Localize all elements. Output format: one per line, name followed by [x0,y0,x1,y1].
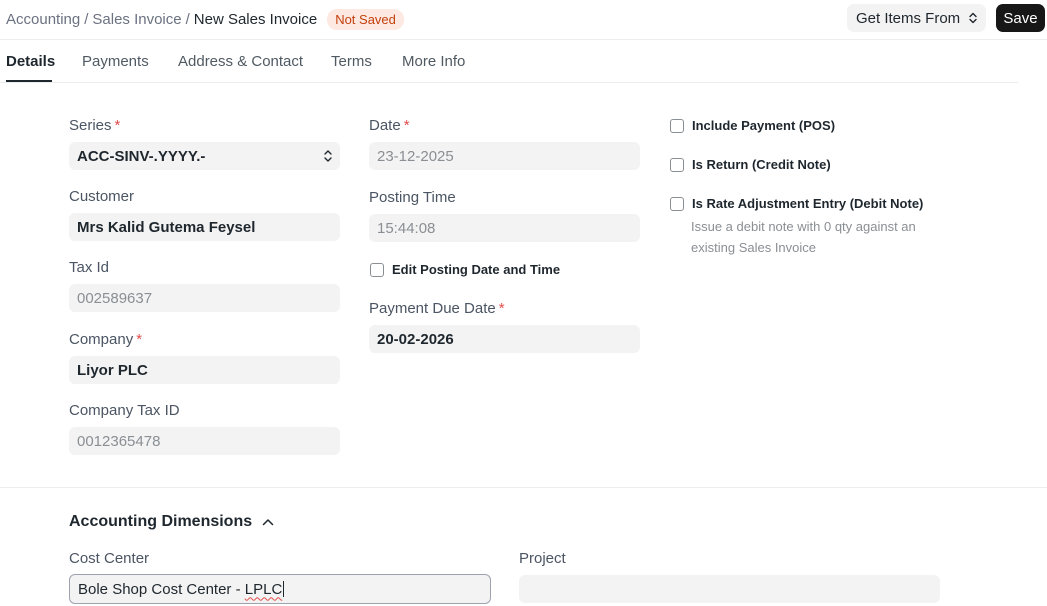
tab-payments[interactable]: Payments [82,53,149,70]
date-label-text: Date [369,117,401,134]
payment-due-date-label-text: Payment Due Date [369,300,496,317]
customer-label: Customer [69,188,135,205]
cost-center-value-flagged: LPLC [244,580,283,598]
customer-field[interactable]: Mrs Kalid Gutema Feysel [69,213,340,241]
edit-posting-label: Edit Posting Date and Time [392,262,561,277]
posting-time-label: Posting Time [369,189,456,206]
required-marker: * [498,300,505,317]
edit-posting-checkbox[interactable] [370,262,384,277]
breadcrumb-separator: / [185,11,190,28]
date-field: 23-12-2025 [369,142,640,170]
breadcrumb-sales-invoice[interactable]: Sales Invoice [92,11,181,28]
cost-center-input[interactable]: Bole Shop Cost Center - LPLC [69,574,491,604]
chevron-up-icon [262,513,274,531]
accounting-dimensions-title: Accounting Dimensions [69,513,253,530]
active-tab-indicator [6,80,52,82]
breadcrumb-accounting[interactable]: Accounting [6,11,80,28]
customer-value: Mrs Kalid Gutema Feysel [77,218,256,236]
updown-chevron-icon [324,149,332,167]
payment-due-date-value: 20-02-2026 [377,330,454,348]
page-header: Accounting / Sales Invoice / New Sales I… [0,0,1047,40]
breadcrumb-separator: / [84,11,89,28]
company-tax-id-label: Company Tax ID [69,402,180,419]
tab-address-contact[interactable]: Address & Contact [178,53,303,70]
tax-id-value: 002589637 [77,289,153,307]
date-value: 23-12-2025 [377,147,454,165]
company-label-text: Company [69,331,134,348]
required-marker: * [136,331,143,348]
save-button[interactable]: Save [996,4,1045,32]
include-payment-label: Include Payment (POS) [692,118,836,133]
rate-adjustment-checkbox-row[interactable]: Is Rate Adjustment Entry (Debit Note) [670,196,923,211]
company-value: Liyor PLC [77,361,148,379]
tab-terms[interactable]: Terms [331,53,372,70]
tax-id-label: Tax Id [69,259,110,276]
payment-due-date-label: Payment Due Date * [369,300,505,317]
updown-chevron-icon [969,12,977,24]
company-field[interactable]: Liyor PLC [69,356,340,384]
posting-time-value: 15:44:08 [377,219,436,237]
posting-time-field: 15:44:08 [369,214,640,242]
series-value: ACC-SINV-.YYYY.- [77,147,206,165]
include-payment-checkbox-row[interactable]: Include Payment (POS) [670,118,835,133]
company-tax-id-value: 0012365478 [77,432,161,450]
is-return-checkbox[interactable] [670,157,684,172]
required-marker: * [403,117,410,134]
cost-center-value: Bole Shop Cost Center - [78,580,245,598]
rate-adjustment-help-text: Issue a debit note with 0 qty against an… [691,219,916,255]
series-label: Series * [69,117,120,134]
rate-adjustment-label: Is Rate Adjustment Entry (Debit Note) [692,196,924,211]
required-marker: * [114,117,121,134]
rate-adjustment-checkbox[interactable] [670,196,684,211]
accounting-dimensions-toggle[interactable]: Accounting Dimensions [69,513,274,531]
project-input[interactable] [519,575,940,603]
date-label: Date * [369,117,410,134]
is-return-label: Is Return (Credit Note) [692,157,831,172]
series-label-text: Series [69,117,112,134]
text-cursor [283,581,285,597]
payment-due-date-field[interactable]: 20-02-2026 [369,325,640,353]
tab-more-info[interactable]: More Info [402,53,465,70]
get-items-from-button[interactable]: Get Items From [847,4,986,32]
form-tabs: Details Payments Address & Contact Terms… [0,41,1018,83]
breadcrumb: Accounting / Sales Invoice / New Sales I… [6,9,404,30]
cost-center-label: Cost Center [69,550,150,567]
tax-id-field: 002589637 [69,284,340,312]
company-label: Company * [69,331,142,348]
series-select[interactable]: ACC-SINV-.YYYY.- [69,142,340,170]
section-divider [0,487,1047,488]
project-label: Project [519,550,566,567]
get-items-from-label: Get Items From [856,9,961,27]
is-return-checkbox-row[interactable]: Is Return (Credit Note) [670,157,831,172]
company-tax-id-field: 0012365478 [69,427,340,455]
include-payment-checkbox[interactable] [670,118,684,133]
tab-details[interactable]: Details [6,53,55,70]
status-badge: Not Saved [327,9,404,30]
edit-posting-checkbox-row[interactable]: Edit Posting Date and Time [370,262,560,277]
page-title: New Sales Invoice [193,11,318,28]
